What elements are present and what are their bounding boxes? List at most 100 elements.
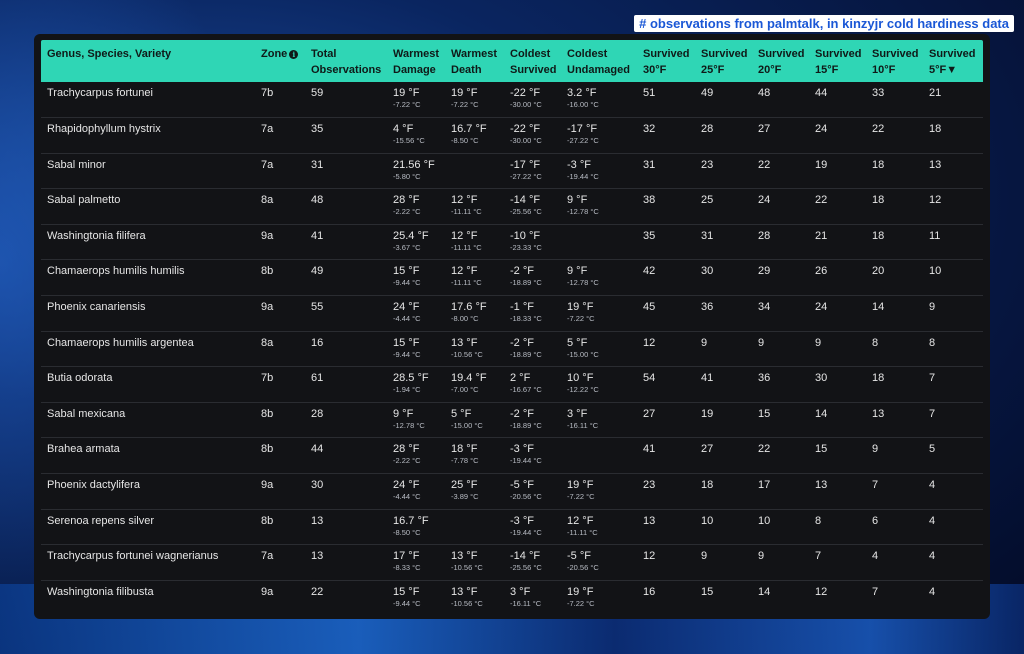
- temp-celsius: -16.11 °C: [567, 420, 599, 430]
- table-row[interactable]: Trachycarpus fortunei 7b 59 19 °F -7.22 °C 19…: [41, 82, 983, 119]
- header-label-line2: Death: [451, 64, 482, 76]
- info-icon[interactable]: i: [289, 50, 299, 59]
- temp-fahrenheit: 19 °F: [393, 87, 420, 99]
- temp-fahrenheit: -17 °F: [510, 158, 541, 171]
- cell-coldest-undamaged: 3 °F -16.11 °C: [561, 402, 637, 439]
- cell-survived-25: 49: [695, 82, 752, 119]
- cell-name: Rhapidophyllum hystrix: [41, 117, 255, 154]
- temp-fahrenheit: 24 °F: [393, 301, 420, 314]
- temp-celsius: -10.56 °C: [451, 563, 483, 573]
- cell-name: Trachycarpus fortunei wagnerianus: [41, 544, 255, 581]
- table-row[interactable]: Washingtonia filifera 9a 41 25.4 °F -3.67 °C…: [41, 224, 983, 261]
- cell-coldest-undamaged: -3 °F -19.44 °C: [561, 153, 637, 190]
- temp-fahrenheit: 13 °F: [451, 336, 478, 349]
- header-col-survived-30[interactable]: Survived 30°F: [637, 40, 695, 82]
- cell-coldest-survived: -5 °F -20.56 °C: [504, 473, 561, 510]
- temp-celsius: -4.44 °C: [393, 492, 421, 502]
- header-col-survived-20[interactable]: Survived 20°F: [752, 40, 809, 82]
- cell-survived-5: 5: [923, 437, 983, 475]
- temp-fahrenheit: 15 °F: [393, 585, 420, 598]
- table-row[interactable]: Washingtonia filibusta 9a 22 15 °F -9.44 °C 1…: [41, 580, 983, 616]
- cell-warmest-death: 5 °F -15.00 °C: [445, 402, 504, 439]
- cell-survived-5: 4: [923, 509, 983, 546]
- header-col-coldest-survived[interactable]: Coldest Survived: [504, 40, 561, 82]
- cell-survived-10: 14: [866, 295, 923, 332]
- temp-celsius: -11.11 °C: [451, 278, 482, 288]
- cell-warmest-death: 12 °F -11.11 °C: [445, 224, 504, 261]
- cell-warmest-damage: 28.5 °F -1.94 °C: [387, 366, 445, 403]
- temp-celsius: -2.22 °C: [393, 207, 421, 217]
- cell-coldest-undamaged: 19 °F -7.22 °C: [561, 580, 637, 616]
- cell-warmest-death: 13 °F -10.56 °C: [445, 580, 504, 616]
- table-row[interactable]: Trachycarpus fortunei wagnerianus 7a 13 17 …: [41, 544, 983, 581]
- cell-survived-20: 14: [758, 585, 771, 598]
- cell-survived-10: 22: [866, 117, 923, 154]
- cell-survived-30: 13: [637, 509, 695, 546]
- cell-warmest-damage: 15 °F -9.44 °C: [387, 259, 445, 297]
- temp-fahrenheit: 17 °F: [393, 550, 420, 563]
- header-col-coldest-undamaged[interactable]: Coldest Undamaged: [561, 40, 637, 82]
- header-label-line2: 15°F: [815, 64, 839, 76]
- header-label-line2: Survived: [510, 64, 557, 76]
- table-row[interactable]: Chamaerops humilis argentea 8a 16 15 °F -9.4…: [41, 331, 983, 368]
- cell-name: Brahea armata: [41, 437, 255, 475]
- temp-celsius: -7.22 °C: [567, 314, 595, 324]
- table-row[interactable]: Serenoa repens silver 8b 13 16.7 °F -8.50 °C…: [41, 509, 983, 546]
- header-label-line1: Survived: [815, 48, 862, 60]
- cell-coldest-survived: -14 °F -25.56 °C: [504, 188, 561, 225]
- header-col-warmest-damage[interactable]: Warmest Damage: [387, 40, 445, 82]
- cell-survived-25: 28: [695, 117, 752, 154]
- temp-celsius: -27.22 °C: [567, 136, 599, 146]
- temp-fahrenheit: 9 °F: [393, 407, 414, 420]
- cell-warmest-damage: 25.4 °F -3.67 °C: [387, 224, 445, 261]
- temp-celsius: -16.11 °C: [510, 598, 542, 608]
- temp-celsius: -18.33 °C: [510, 314, 542, 324]
- cell-survived-5: 9: [923, 295, 983, 332]
- table-row[interactable]: Brahea armata 8b 44 28 °F -2.22 °C 18 °F -7.78…: [41, 437, 983, 475]
- table-row[interactable]: Butia odorata 7b 61 28.5 °F -1.94 °C 19.4 °F -…: [41, 366, 983, 403]
- cell-survived-20: 36: [752, 366, 809, 403]
- cell-survived-25: 25: [695, 188, 752, 225]
- table-row[interactable]: Chamaerops humilis humilis 8b 49 15 °F -9.44…: [41, 259, 983, 297]
- table-row[interactable]: Sabal palmetto 8a 48 28 °F -2.22 °C 12 °F -11.…: [41, 188, 983, 225]
- temp-fahrenheit: -2 °F: [510, 407, 534, 420]
- table-row[interactable]: Phoenix dactylifera 9a 30 24 °F -4.44 °C 25 °…: [41, 473, 983, 510]
- cell-zone: 7a: [255, 117, 305, 154]
- header-col-total[interactable]: Total Observations: [305, 40, 387, 82]
- cell-survived-15: 44: [809, 82, 866, 119]
- cell-survived-5: 13: [923, 153, 983, 190]
- header-col-survived-15[interactable]: Survived 15°F: [809, 40, 866, 82]
- cell-zone: 9a: [261, 585, 274, 598]
- table-row[interactable]: Sabal mexicana 8b 28 9 °F -12.78 °C 5 °F -15.0…: [41, 402, 983, 439]
- cell-coldest-survived: 3 °F -16.11 °C: [504, 580, 561, 616]
- table-row[interactable]: Phoenix canariensis 9a 55 24 °F -4.44 °C 17.6…: [41, 295, 983, 332]
- cell-zone: 9a: [255, 295, 305, 332]
- header-col-zone[interactable]: Zone i: [255, 40, 305, 82]
- temp-celsius: -20.56 °C: [567, 563, 599, 573]
- table-row[interactable]: Sabal minor 7a 31 21.56 °F -5.80 °C -17 °F -27…: [41, 153, 983, 190]
- temp-celsius: -15.56 °C: [393, 136, 425, 146]
- cell-total: 30: [305, 473, 387, 510]
- table-row[interactable]: Rhapidophyllum hystrix 7a 35 4 °F -15.56 °C 1…: [41, 117, 983, 154]
- header-col-warmest-death[interactable]: Warmest Death: [445, 40, 504, 82]
- header-col-survived-25[interactable]: Survived 25°F: [695, 40, 752, 82]
- cell-total: 59: [305, 82, 387, 119]
- cell-survived-5: 11: [923, 224, 983, 261]
- temp-celsius: -8.00 °C: [451, 314, 479, 324]
- temp-celsius: -23.33 °C: [510, 242, 542, 252]
- cell-zone: 9a: [255, 473, 305, 510]
- cell-coldest-undamaged: [561, 224, 637, 261]
- header-label-line1: Warmest: [451, 48, 498, 60]
- temp-fahrenheit: 3 °F: [567, 407, 588, 420]
- cell-name: Phoenix canariensis: [41, 295, 255, 332]
- header-col-survived-5[interactable]: Survived 5°F▼: [923, 40, 983, 82]
- temp-fahrenheit: 3.2 °F: [567, 87, 597, 99]
- cell-survived-15: 12: [815, 585, 828, 598]
- cell-survived-20: 24: [752, 188, 809, 225]
- header-col-survived-10[interactable]: Survived 10°F: [866, 40, 923, 82]
- cell-survived-10: 7: [872, 585, 879, 598]
- header-col-name[interactable]: Genus, Species, Variety: [41, 40, 255, 82]
- cell-survived-15: 19: [809, 153, 866, 190]
- cell-survived-10: 13: [866, 402, 923, 439]
- temp-fahrenheit: -5 °F: [567, 550, 591, 563]
